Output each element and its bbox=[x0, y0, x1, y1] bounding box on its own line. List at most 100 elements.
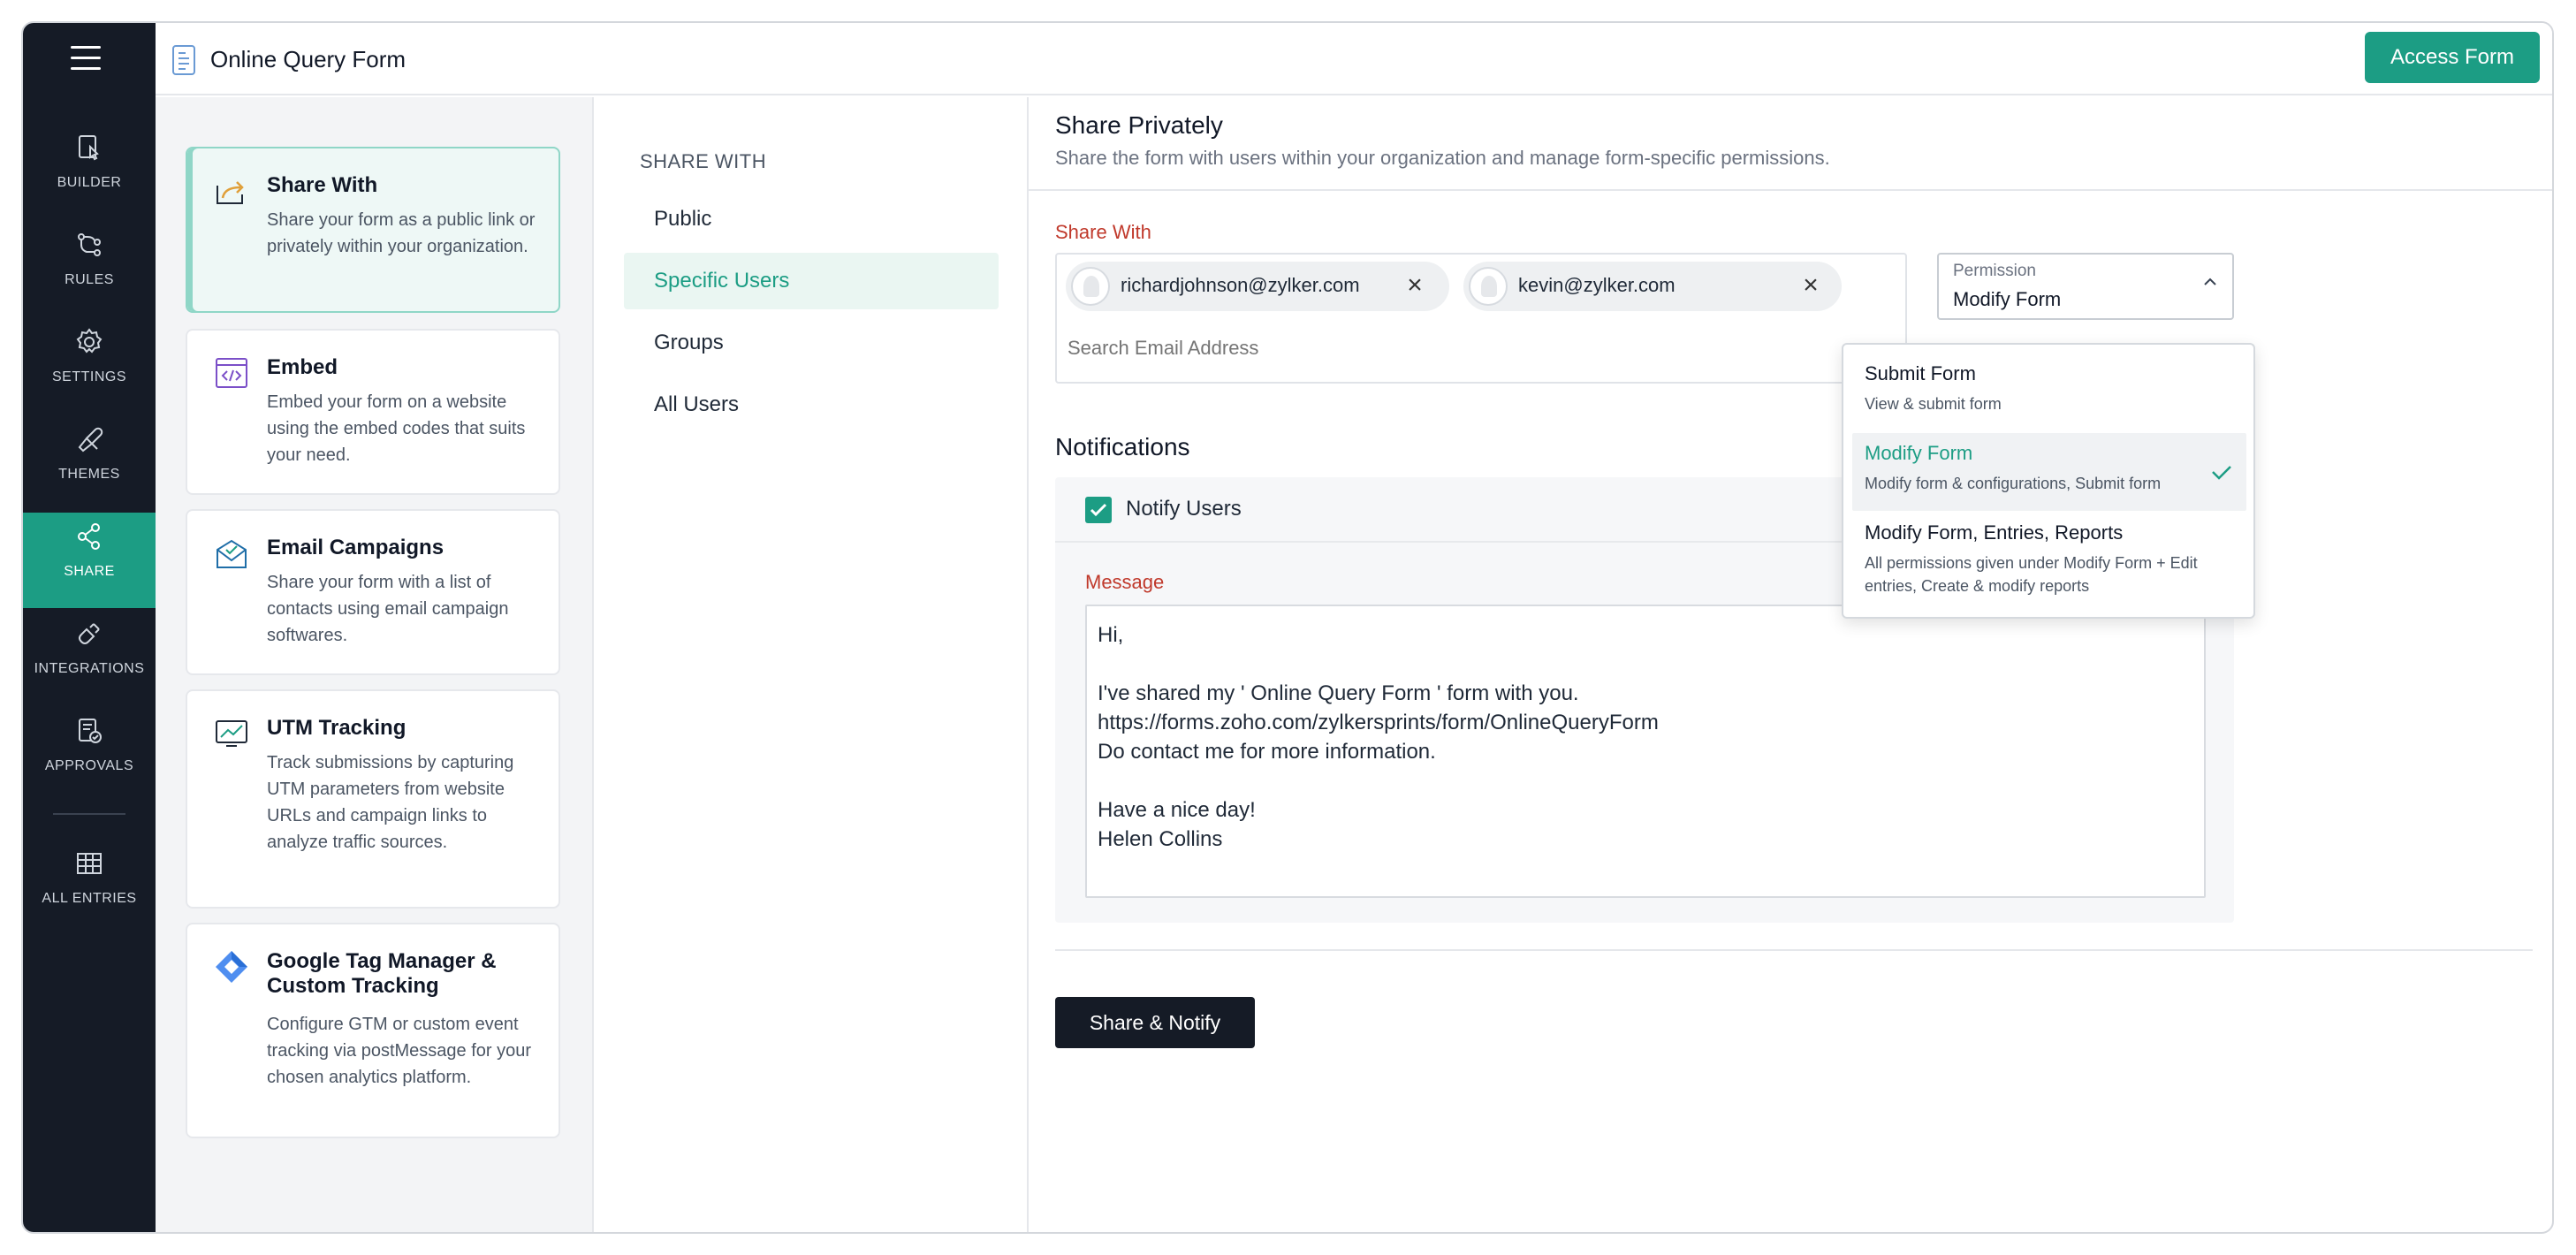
hamburger-menu-icon[interactable] bbox=[71, 46, 101, 72]
chevron-up-icon bbox=[2204, 278, 2216, 285]
permission-option-modify-all[interactable]: Modify Form, Entries, Reports All permis… bbox=[1852, 513, 2246, 610]
message-line: Helen Collins bbox=[1098, 827, 1223, 851]
option-description: All permissions given under Modify Form … bbox=[1865, 554, 2198, 595]
permission-label: Permission bbox=[1953, 262, 2036, 280]
gear-icon bbox=[76, 328, 103, 354]
card-description: Share your form as a public link or priv… bbox=[267, 210, 536, 256]
card-email-campaigns[interactable]: Email Campaigns Share your form with a l… bbox=[186, 509, 560, 675]
nav-settings[interactable]: SETTINGS bbox=[23, 318, 156, 414]
utm-tracking-icon bbox=[216, 720, 247, 747]
avatar bbox=[1071, 267, 1110, 306]
share-option-groups[interactable]: Groups bbox=[624, 315, 999, 371]
card-share-with[interactable]: Share With Share your form as a public l… bbox=[186, 147, 560, 313]
option-title: Modify Form, Entries, Reports bbox=[1865, 521, 2124, 544]
card-description: Track submissions by capturing UTM param… bbox=[267, 753, 514, 852]
card-title: Share With bbox=[267, 173, 378, 197]
card-description: Embed your form on a website using the e… bbox=[267, 392, 526, 465]
notifications-heading: Notifications bbox=[1055, 433, 1190, 460]
option-title: Submit Form bbox=[1865, 362, 1976, 384]
message-line: https://forms.zoho.com/zylkersprints/for… bbox=[1098, 711, 1659, 734]
nav-approvals-label: APPROVALS bbox=[44, 758, 134, 773]
card-title: Google Tag Manager & Custom Tracking bbox=[267, 949, 497, 998]
nav-integrations-label: INTEGRATIONS bbox=[34, 661, 145, 676]
card-description: Configure GTM or custom event tracking v… bbox=[267, 1015, 532, 1087]
access-form-button[interactable]: Access Form bbox=[2365, 32, 2540, 83]
share-option-public[interactable]: Public bbox=[624, 191, 999, 247]
option-description: Modify form & configurations, Submit for… bbox=[1865, 475, 2162, 492]
nav-share[interactable]: SHARE bbox=[23, 513, 156, 608]
recipient-email: richardjohnson@zylker.com bbox=[1121, 274, 1360, 296]
nav-builder-label: BUILDER bbox=[57, 175, 122, 190]
check-icon bbox=[2212, 466, 2231, 480]
message-textarea[interactable]: Hi, I've shared my ' Online Query Form '… bbox=[1085, 605, 2206, 898]
option-title: Modify Form bbox=[1865, 442, 1973, 464]
close-icon[interactable]: × bbox=[1797, 272, 1824, 299]
page-subtitle: Share the form with users within your or… bbox=[1055, 147, 1830, 169]
permission-dropdown: Submit Form View & submit form Modify Fo… bbox=[1842, 343, 2255, 619]
approvals-icon bbox=[79, 719, 102, 743]
rules-icon bbox=[78, 233, 101, 256]
notify-users-label: Notify Users bbox=[1126, 497, 1242, 521]
nav-all-entries-label: ALL ENTRIES bbox=[42, 891, 137, 906]
share-options-panel: Share With Share your form as a public l… bbox=[156, 97, 592, 1232]
divider bbox=[1029, 189, 2552, 191]
nav-approvals[interactable]: APPROVALS bbox=[23, 707, 156, 802]
card-title: UTM Tracking bbox=[267, 716, 407, 740]
message-line: I've shared my ' Online Query Form ' for… bbox=[1098, 681, 1579, 705]
share-and-notify-button[interactable]: Share & Notify bbox=[1055, 997, 1255, 1048]
permission-option-modify-form[interactable]: Modify Form Modify form & configurations… bbox=[1852, 433, 2246, 511]
nav-integrations[interactable]: INTEGRATIONS bbox=[23, 610, 156, 705]
recipient-chip: kevin@zylker.com × bbox=[1463, 262, 1842, 311]
nav-rules-label: RULES bbox=[65, 272, 114, 287]
search-email-input[interactable] bbox=[1068, 331, 1792, 366]
divider bbox=[1055, 949, 2533, 951]
top-header: Online Query Form Access Form bbox=[156, 23, 2552, 95]
recipient-email: kevin@zylker.com bbox=[1518, 274, 1676, 296]
card-embed[interactable]: Embed Embed your form on a website using… bbox=[186, 329, 560, 495]
nav-share-label: SHARE bbox=[64, 564, 115, 579]
nav-rules[interactable]: RULES bbox=[23, 221, 156, 316]
nav-all-entries[interactable]: ALL ENTRIES bbox=[23, 840, 156, 935]
message-label: Message bbox=[1085, 571, 1165, 593]
share-option-specific-users[interactable]: Specific Users bbox=[624, 253, 999, 309]
close-icon[interactable]: × bbox=[1402, 272, 1428, 299]
page-title: Share Privately bbox=[1055, 111, 1223, 139]
nav-themes-label: THEMES bbox=[58, 467, 120, 482]
share-with-heading: SHARE WITH bbox=[640, 150, 767, 172]
email-recipients-field[interactable]: richardjohnson@zylker.com × kevin@zylker… bbox=[1055, 253, 1907, 384]
form-title: Online Query Form bbox=[210, 46, 407, 72]
left-rail: BUILDER RULES SETTINGS THEMES SHARE INTE… bbox=[23, 23, 156, 1232]
message-line bbox=[1098, 650, 2193, 679]
builder-icon bbox=[79, 135, 99, 161]
permission-select[interactable]: Permission Modify Form bbox=[1937, 253, 2234, 320]
card-gtm-tracking[interactable]: Google Tag Manager & Custom Tracking Con… bbox=[186, 923, 560, 1138]
message-line: Do contact me for more information. bbox=[1098, 740, 1436, 764]
integrations-icon bbox=[79, 623, 100, 644]
form-document-icon bbox=[172, 45, 195, 75]
nav-builder[interactable]: BUILDER bbox=[23, 124, 156, 219]
notify-users-checkbox[interactable] bbox=[1085, 497, 1112, 523]
checkmark-icon bbox=[1090, 503, 1107, 517]
share-with-menu: SHARE WITH Public Specific Users Groups … bbox=[592, 97, 1029, 1232]
option-description: View & submit form bbox=[1865, 395, 2002, 413]
share-option-all-users[interactable]: All Users bbox=[624, 376, 999, 433]
recipient-chip: richardjohnson@zylker.com × bbox=[1066, 262, 1449, 311]
share-privately-panel: Share Privately Share the form with user… bbox=[1029, 97, 2552, 1232]
permission-option-submit-form[interactable]: Submit Form View & submit form bbox=[1852, 354, 2246, 431]
message-line: Have a nice day! bbox=[1098, 798, 1256, 822]
app-window: BUILDER RULES SETTINGS THEMES SHARE INTE… bbox=[21, 21, 2554, 1234]
rail-divider bbox=[53, 813, 125, 815]
avatar bbox=[1469, 267, 1508, 306]
message-line bbox=[1098, 766, 2193, 795]
share-with-label: Share With bbox=[1055, 221, 1151, 243]
grid-icon bbox=[77, 853, 102, 874]
card-utm-tracking[interactable]: UTM Tracking Track submissions by captur… bbox=[186, 689, 560, 909]
message-line: Hi, bbox=[1098, 623, 1124, 647]
nav-themes[interactable]: THEMES bbox=[23, 415, 156, 511]
gtm-icon bbox=[216, 951, 247, 983]
permission-value: Modify Form bbox=[1953, 288, 2062, 310]
email-campaign-icon bbox=[217, 539, 247, 568]
card-title: Email Campaigns bbox=[267, 536, 445, 559]
embed-icon bbox=[216, 358, 247, 388]
themes-icon bbox=[78, 427, 103, 453]
